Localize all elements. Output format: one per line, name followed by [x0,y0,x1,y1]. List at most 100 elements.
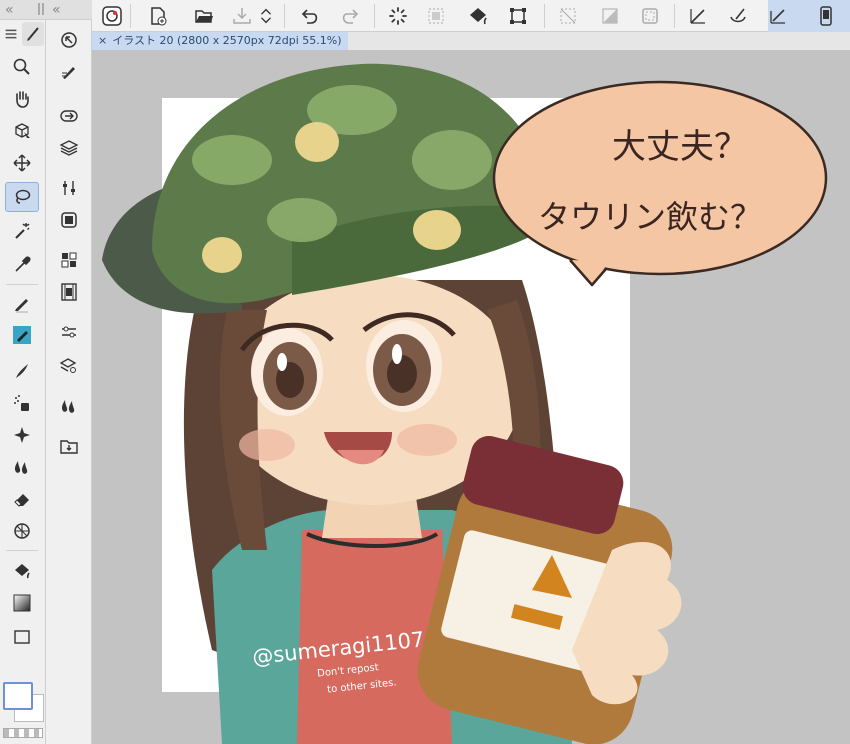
magic-wand-icon [15,223,30,239]
sub-brush-size[interactable] [57,60,81,84]
app-menu-button[interactable] [98,2,126,30]
toolbar-separator [284,4,285,28]
sub-blend-property[interactable] [57,394,81,418]
menu-icon [5,29,17,39]
tool-lasso[interactable] [5,182,39,212]
sub-layer-search[interactable] [57,354,81,378]
clear-selection-button[interactable] [422,2,450,30]
speech-line-2: タウリン飲む？ [538,198,762,236]
fill-bucket-icon [470,8,487,25]
tool-object[interactable] [5,116,39,146]
tool-eyedropper[interactable] [5,250,39,280]
tool-magic-wand[interactable] [5,216,39,246]
deselect-button[interactable] [554,2,582,30]
snap-grid-button[interactable] [764,2,792,30]
sub-animation[interactable] [57,280,81,304]
invert-selection-button[interactable] [596,2,624,30]
tool-frame[interactable] [5,624,39,646]
redo-icon [342,9,359,24]
redo-button[interactable] [336,2,364,30]
tool-zoom[interactable] [5,52,39,82]
tool-gradient[interactable] [5,588,39,618]
fill-button[interactable] [464,2,492,30]
brush-size-icon [62,67,75,79]
device-button[interactable] [812,2,840,30]
snap-ruler-button[interactable] [684,2,712,30]
document-tab[interactable]: × イラスト 20 (2800 x 2570px 72dpi 55.1%) [92,32,348,50]
tool-blend[interactable] [5,452,39,482]
command-bar [92,0,850,32]
sub-import[interactable] [57,434,81,458]
folder-import-icon [60,440,78,454]
airbrush-icon [14,395,29,411]
snap-grid-icon [770,9,785,24]
artwork: 大丈夫？ タウリン飲む？ @sumeragi1107 Don't repost … [102,63,828,744]
layers-icon [59,140,79,156]
layer-search-icon [59,358,77,373]
sub-tool-palette [46,20,92,744]
selection-border-icon [642,8,658,24]
tool-hand[interactable] [5,84,39,114]
sparkle-icon [14,427,30,443]
app-window: « « × イラスト 20 (2800 x 2570px 72dpi 55.1%… [0,0,850,744]
blend-icon [14,461,28,474]
gradient-icon [13,594,31,612]
new-file-icon [151,7,167,26]
clip-studio-icon [102,6,122,26]
snap-curve-icon [730,8,746,23]
save-button[interactable] [228,2,256,30]
deselect-icon [560,8,576,24]
phone-icon [820,6,832,26]
tool-pencil[interactable] [5,320,39,350]
toolbar-separator [674,4,675,28]
sliders-icon [63,181,75,195]
hand-icon [16,91,29,108]
eraser-icon [14,494,29,507]
transparent-color-swatch[interactable] [3,728,43,738]
primary-color-swatch[interactable] [3,682,33,710]
object-icon [15,123,30,138]
tool-brush[interactable] [5,356,39,386]
tool-separator [6,284,38,285]
sub-tool-property[interactable] [57,176,81,200]
tab-close-button[interactable]: × [98,32,107,50]
drops-icon [61,400,75,413]
sub-layer-property[interactable] [57,320,81,344]
tool-pen[interactable] [5,288,39,318]
palette-grip[interactable] [38,3,44,15]
tool-figure[interactable] [5,516,39,546]
tool-airbrush[interactable] [5,388,39,418]
selection-border-button[interactable] [636,2,664,30]
tool-fill[interactable] [5,556,39,586]
stepper-button[interactable] [256,2,276,30]
palette-menu-button[interactable] [2,22,20,46]
sub-navigator[interactable] [57,28,81,52]
collapse-right-button[interactable]: « [52,2,61,18]
snap-special-ruler-button[interactable] [724,2,752,30]
sub-color-circle[interactable] [57,208,81,232]
film-icon [61,283,77,301]
tool-eraser[interactable] [5,484,39,514]
collapse-left-button[interactable]: « [5,2,14,18]
save-icon [233,8,251,24]
folder-open-icon [195,10,213,23]
canvas-area[interactable]: 大丈夫？ タウリン飲む？ @sumeragi1107 Don't repost … [92,50,850,744]
tool-ruler[interactable] [22,22,44,46]
document-tab-bar: × イラスト 20 (2800 x 2570px 72dpi 55.1%) [92,32,850,50]
open-button[interactable] [190,2,218,30]
new-canvas-button[interactable] [144,2,172,30]
undo-button[interactable] [296,2,324,30]
tool-decoration[interactable] [5,420,39,450]
invert-icon [602,8,618,24]
sub-material[interactable] [57,104,81,128]
transform-icon [510,8,526,24]
sub-layers[interactable] [57,136,81,160]
tool-move[interactable] [5,148,39,178]
adjust-icon [62,326,76,338]
tool-palette [0,20,46,744]
transform-button[interactable] [504,2,532,30]
frame-icon [14,630,30,644]
lasso-icon [15,189,31,204]
chevron-updown-icon [260,8,272,24]
sub-color-set[interactable] [57,248,81,272]
